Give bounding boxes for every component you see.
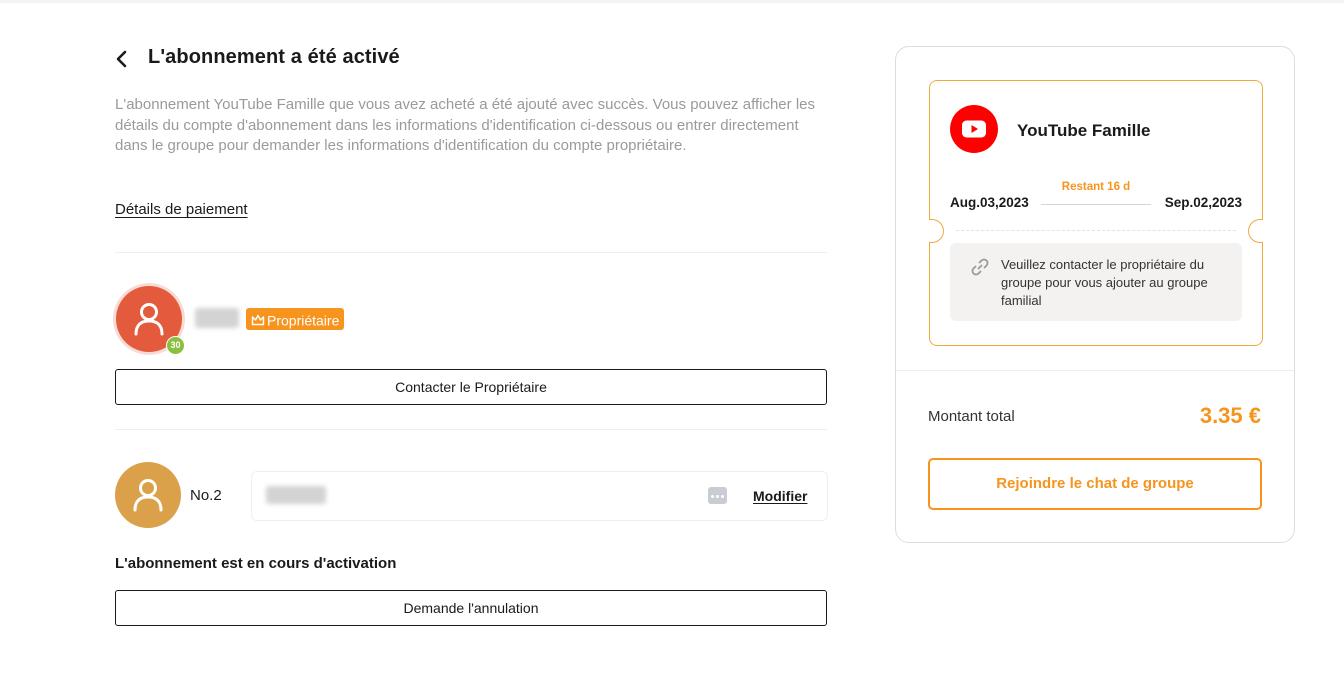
page-description: L'abonnement YouTube Famille que vous av… (115, 96, 815, 154)
ticket-notch-left (929, 219, 944, 243)
member-number: No.2 (190, 487, 222, 504)
youtube-logo (950, 105, 998, 153)
ticket-dashed-divider (956, 230, 1236, 231)
service-name: YouTube Famille (1017, 121, 1151, 140)
contact-owner-button[interactable]: Contacter le Propriétaire (115, 369, 827, 405)
total-amount: 3.35 € (1199, 403, 1261, 428)
start-date: Aug.03,2023 (950, 195, 1029, 210)
total-label: Montant total (928, 408, 1015, 425)
owner-role-badge: Propriétaire (246, 308, 345, 330)
modify-link[interactable]: Modifier (753, 488, 807, 504)
divider (115, 429, 827, 430)
member-credential-field: Modifier (251, 471, 828, 521)
contact-note: Veuillez contacter le propriétaire du gr… (950, 243, 1242, 321)
owner-role-label: Propriétaire (267, 312, 340, 329)
user-icon (134, 303, 164, 336)
join-group-chat-button[interactable]: Rejoindre le chat de groupe (928, 458, 1262, 510)
payment-details-link[interactable]: Détails de paiement (115, 201, 248, 218)
subscription-panel: YouTube Famille Restant 16 d Aug.03,2023… (895, 46, 1295, 543)
link-icon (971, 258, 989, 276)
member-name-blurred (266, 486, 326, 504)
panel-divider (896, 370, 1294, 371)
top-border (0, 0, 1344, 3)
divider (115, 252, 827, 253)
activation-status: L'abonnement est en cours d'activation (115, 555, 397, 572)
youtube-play-icon (962, 120, 986, 138)
chevron-left-icon (116, 50, 127, 68)
cancel-request-button[interactable]: Demande l'annulation (115, 590, 827, 626)
subscription-ticket: YouTube Famille Restant 16 d Aug.03,2023… (929, 80, 1263, 346)
crown-icon (251, 315, 265, 326)
contact-note-text: Veuillez contacter le propriétaire du gr… (1001, 257, 1208, 308)
remaining-days: Restant 16 d (1061, 181, 1131, 193)
ticket-notch-right (1248, 219, 1263, 243)
end-date: Sep.02,2023 (1164, 195, 1242, 210)
back-button[interactable] (115, 50, 129, 68)
more-dots-icon[interactable] (708, 487, 727, 504)
date-range-line (1041, 204, 1151, 205)
user-icon (133, 479, 163, 512)
owner-name-blurred (195, 308, 239, 328)
member-avatar (115, 462, 181, 528)
page-title: L'abonnement a été activé (148, 46, 400, 68)
owner-level-badge: 30 (166, 336, 185, 355)
